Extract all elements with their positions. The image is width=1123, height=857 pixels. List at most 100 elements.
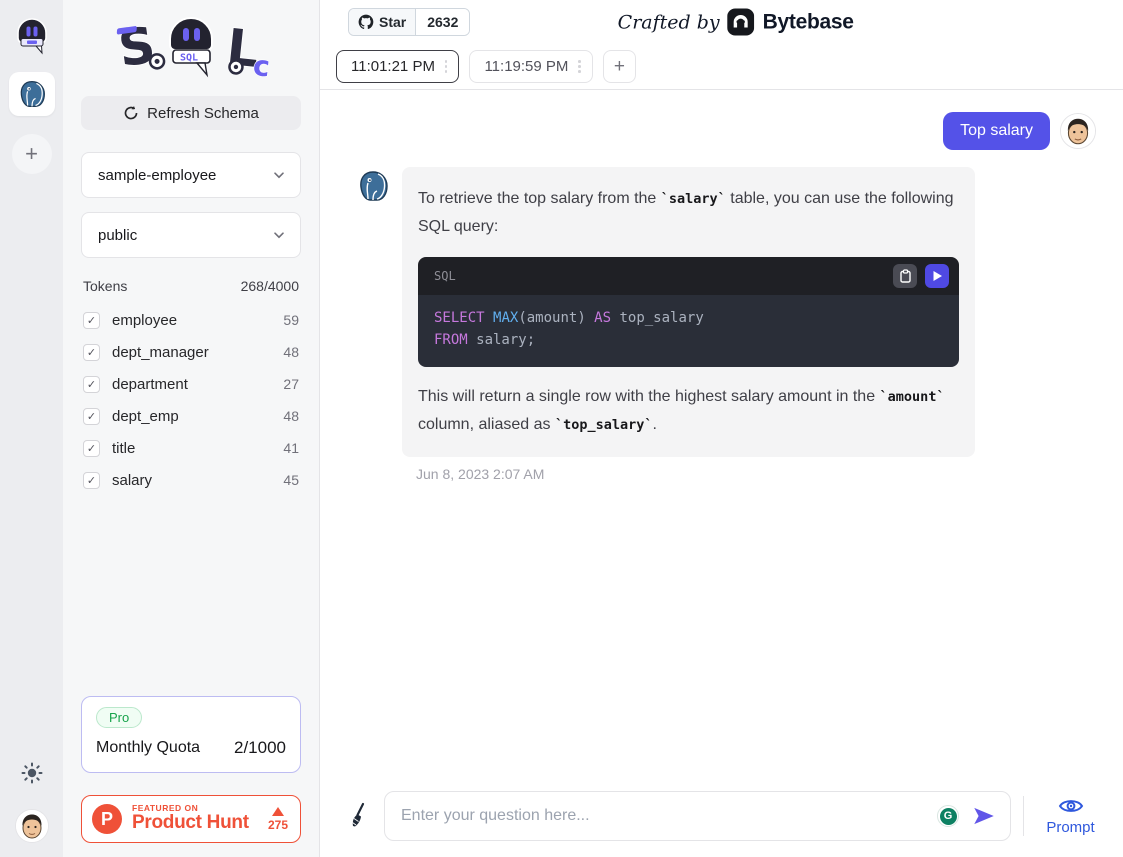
conversation-tabs: 11:01:21 PM 11:19:59 PM + [320, 44, 1123, 90]
star-label: Star [379, 14, 406, 30]
table-checkbox[interactable]: ✓ [83, 408, 100, 425]
github-icon [358, 14, 374, 30]
table-name: employee [112, 312, 177, 329]
table-name: department [112, 376, 188, 393]
chevron-down-icon [272, 168, 286, 182]
quota-label: Monthly Quota [96, 739, 200, 757]
assistant-message-column: To retrieve the top salary from the `sal… [402, 167, 975, 482]
inline-code: `top_salary` [555, 417, 653, 433]
run-query-button[interactable] [925, 264, 949, 288]
tab-menu-icon[interactable] [444, 58, 449, 75]
user-message-row: Top salary [356, 112, 1096, 150]
table-name: dept_manager [112, 344, 209, 361]
schema-select-value: public [98, 227, 137, 244]
code-block-header: SQL [418, 257, 959, 295]
add-connection-button[interactable]: + [12, 134, 52, 174]
assistant-paragraph: This will return a single row with the h… [418, 383, 959, 439]
tab-menu-icon[interactable] [577, 58, 582, 75]
topbar: Star 2632 Crafted by Bytebase [320, 0, 1123, 44]
inline-code: `amount` [880, 389, 945, 405]
crafted-by-label: Crafted by [618, 11, 720, 33]
send-button[interactable] [971, 803, 997, 832]
tokens-row: Tokens 268/4000 [83, 278, 299, 294]
table-token-count: 41 [283, 440, 299, 456]
svg-text:c: c [252, 49, 272, 82]
table-checkbox[interactable]: ✓ [83, 440, 100, 457]
table-checkbox[interactable]: ✓ [83, 376, 100, 393]
github-star-left: Star [349, 9, 415, 35]
plus-icon: + [614, 56, 625, 78]
user-avatar[interactable] [15, 809, 49, 843]
tokens-label: Tokens [83, 278, 127, 294]
postgresql-avatar-icon [356, 169, 390, 203]
code-line: SELECT MAX(amount) AS top_salary [434, 308, 943, 330]
pro-badge: Pro [96, 707, 142, 728]
svg-text:SQL: SQL [180, 53, 198, 64]
code-language-label: SQL [434, 269, 456, 283]
svg-text:S: S [115, 16, 159, 78]
quota-card: Pro Monthly Quota 2/1000 [81, 696, 301, 773]
left-rail: + [0, 0, 63, 857]
clear-conversation-broom-icon[interactable] [348, 801, 372, 832]
table-row: ✓ department 27 [81, 368, 301, 400]
sql-chat-bot-icon[interactable] [13, 16, 51, 56]
table-token-count: 59 [283, 312, 299, 328]
table-row: ✓ title 41 [81, 432, 301, 464]
app: + [0, 0, 1123, 857]
database-select[interactable]: sample-employee [81, 152, 301, 198]
table-row: ✓ salary 45 [81, 464, 301, 496]
table-checkbox[interactable]: ✓ [83, 472, 100, 489]
tab-label: 11:01:21 PM [351, 58, 435, 75]
send-plane-icon [971, 803, 997, 829]
chat-area: Top salary [320, 90, 1123, 857]
inline-code: `salary` [661, 191, 726, 207]
product-hunt-badge[interactable]: P FEATURED ON Product Hunt 275 [81, 795, 301, 843]
github-star-button[interactable]: Star 2632 [348, 8, 470, 36]
code-actions [893, 264, 949, 288]
brand-name: Bytebase [763, 10, 854, 34]
grammarly-icon[interactable]: G [937, 805, 959, 827]
quota-value: 2/1000 [234, 738, 286, 758]
quota-row: Monthly Quota 2/1000 [96, 738, 286, 758]
table-row: ✓ dept_manager 48 [81, 336, 301, 368]
table-token-count: 48 [283, 408, 299, 424]
postgresql-connection-tab[interactable] [9, 72, 55, 116]
product-hunt-vote-count: 275 [268, 818, 288, 832]
message-timestamp: Jun 8, 2023 2:07 AM [416, 466, 975, 482]
sidebar: S SQL L c [63, 0, 320, 857]
tab-conversation-1[interactable]: 11:01:21 PM [336, 50, 459, 83]
table-name: title [112, 440, 135, 457]
tokens-value: 268/4000 [241, 278, 299, 294]
refresh-schema-button[interactable]: Refresh Schema [81, 96, 301, 130]
table-checkbox[interactable]: ✓ [83, 344, 100, 361]
new-conversation-button[interactable]: + [603, 50, 636, 83]
copy-code-button[interactable] [893, 264, 917, 288]
table-row: ✓ dept_emp 48 [81, 400, 301, 432]
table-checkbox[interactable]: ✓ [83, 312, 100, 329]
play-icon [932, 270, 943, 282]
clipboard-icon [899, 269, 912, 283]
assistant-message-row: To retrieve the top salary from the `sal… [356, 167, 1096, 482]
table-row: ✓ employee 59 [81, 304, 301, 336]
refresh-icon [123, 105, 139, 121]
tab-conversation-2[interactable]: 11:19:59 PM [469, 50, 592, 83]
prompt-button[interactable]: Prompt [1023, 796, 1107, 836]
product-hunt-name: Product Hunt [132, 813, 249, 834]
assistant-message-bubble: To retrieve the top salary from the `sal… [402, 167, 975, 457]
message-list: Top salary [320, 90, 1123, 779]
crafted-by-brand[interactable]: Crafted by Bytebase [618, 9, 854, 36]
question-input[interactable] [384, 791, 1011, 841]
prompt-label: Prompt [1046, 819, 1094, 836]
product-hunt-texts: FEATURED ON Product Hunt [132, 804, 249, 834]
schema-select[interactable]: public [81, 212, 301, 258]
postgresql-icon [17, 79, 47, 109]
product-hunt-logo-icon: P [92, 804, 122, 834]
star-count: 2632 [415, 9, 469, 35]
assistant-paragraph: To retrieve the top salary from the `sal… [418, 185, 959, 241]
table-token-count: 48 [283, 344, 299, 360]
composer-bar: G Prompt [320, 779, 1123, 857]
refresh-schema-label: Refresh Schema [147, 105, 259, 122]
bytebase-logo-icon [728, 9, 755, 36]
theme-toggle-sun-icon[interactable] [21, 762, 43, 789]
tab-label: 11:19:59 PM [484, 58, 568, 75]
